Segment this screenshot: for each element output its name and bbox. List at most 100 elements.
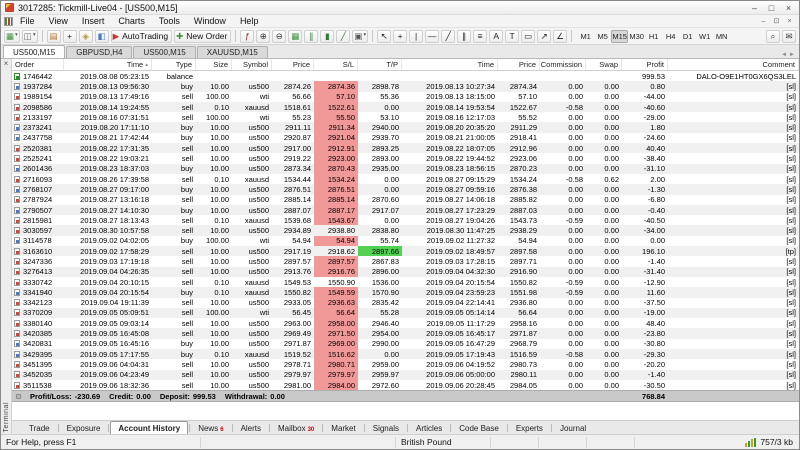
tab-articles[interactable]: Articles	[409, 422, 449, 434]
table-row[interactable]: 33801402019.09.05 09:03:14sell10.00us500…	[12, 318, 799, 328]
column-header-commission[interactable]: Commission	[540, 59, 586, 70]
cursor-button[interactable]: ↖	[377, 30, 391, 43]
table-row[interactable]: 28159812019.08.27 18:13:43sell0.10xauusd…	[12, 215, 799, 225]
table-row[interactable]: 27879242019.08.27 13:16:18sell10.00us500…	[12, 195, 799, 205]
candlestick-button[interactable]: ▮	[320, 30, 334, 43]
tab-scroll-left-icon[interactable]: ◄	[781, 52, 787, 58]
angle-button[interactable]: ∠	[553, 30, 567, 43]
table-row[interactable]: 33419402019.09.04 20:15:54buy0.10xauusd1…	[12, 287, 799, 297]
tab-signals[interactable]: Signals	[366, 422, 406, 434]
tab-experts[interactable]: Experts	[509, 422, 550, 434]
arrow-button[interactable]: ↗	[537, 30, 551, 43]
table-row[interactable]: 34203852019.09.05 16:45:08sell10.00us500…	[12, 328, 799, 338]
table-row[interactable]: 35115382019.09.06 18:32:36sell10.00us500…	[12, 380, 799, 390]
vertical-line-button[interactable]: |	[409, 30, 423, 43]
child-minimize-button[interactable]: –	[757, 16, 770, 26]
timeframe-m1-button[interactable]: M1	[577, 30, 594, 43]
table-row[interactable]: 27905072019.08.27 14:10:30buy10.00us5002…	[12, 205, 799, 215]
menu-help[interactable]: Help	[233, 16, 266, 26]
table-row[interactable]: 27681072019.08.27 09:17:00buy10.00us5002…	[12, 184, 799, 194]
menu-window[interactable]: Window	[187, 16, 233, 26]
new-order-button[interactable]: ✚New Order	[174, 30, 231, 43]
column-header-close-time[interactable]: Time	[402, 59, 498, 70]
tab-news[interactable]: News6	[191, 422, 230, 434]
table-row[interactable]: 19891542019.08.13 17:49:16sell100.00wti5…	[12, 92, 799, 102]
search-button[interactable]: ⌕	[766, 30, 780, 43]
chart-tab-us500-m15[interactable]: US500,M15	[3, 45, 65, 58]
line-chart-button[interactable]: ╱	[336, 30, 350, 43]
crosshair-tool-button[interactable]: +	[393, 30, 407, 43]
tile-windows-button[interactable]: ▦	[288, 30, 302, 43]
column-header-close-price[interactable]: Price	[498, 59, 540, 70]
table-row[interactable]: 27160932019.08.26 17:39:58sell0.10xauusd…	[12, 174, 799, 184]
chart-window-icon[interactable]	[4, 17, 13, 26]
zoom-in-button[interactable]: ⊕	[256, 30, 270, 43]
table-row[interactable]: 33702092019.09.05 05:09:51sell100.00wti5…	[12, 308, 799, 318]
table-row[interactable]: 32764132019.09.04 04:26:35sell10.00us500…	[12, 267, 799, 277]
column-header-sl[interactable]: S/L	[314, 59, 358, 70]
table-row[interactable]: 25203812019.08.22 17:31:35sell10.00us500…	[12, 143, 799, 153]
minimize-button[interactable]: –	[746, 2, 763, 14]
tab-scroll-right-icon[interactable]: ►	[789, 52, 795, 58]
table-row[interactable]: 32473362019.09.03 17:19:18sell10.00us500…	[12, 256, 799, 266]
tab-code-base[interactable]: Code Base	[452, 422, 506, 434]
timeframe-h4-button[interactable]: H4	[662, 30, 679, 43]
shapes-button[interactable]: ▭	[521, 30, 535, 43]
table-row[interactable]: 19372842019.08.13 09:56:30buy10.00us5002…	[12, 81, 799, 91]
bar-chart-button[interactable]: ∥	[304, 30, 318, 43]
table-row[interactable]: 34293952019.09.05 17:17:55buy0.10xauusd1…	[12, 349, 799, 359]
zoom-out-button[interactable]: ⊖	[272, 30, 286, 43]
new-chart-button[interactable]: ▦▾	[4, 30, 20, 43]
trendline-button[interactable]: ╱	[441, 30, 455, 43]
table-row[interactable]: 34513952019.09.06 04:04:31sell10.00us500…	[12, 359, 799, 369]
tab-market[interactable]: Market	[324, 422, 362, 434]
column-header-symbol[interactable]: Symbol	[232, 59, 272, 70]
chart-type-button[interactable]: ▣▾	[352, 30, 368, 43]
child-restore-button[interactable]: ⊡	[770, 16, 783, 26]
autotrading-button[interactable]: ▶AutoTrading	[111, 30, 173, 43]
table-row[interactable]: 33307422019.09.04 20:10:15sell0.10xauusd…	[12, 277, 799, 287]
crosshair-button[interactable]: +	[63, 30, 77, 43]
table-row[interactable]: 17464422019.08.08 05:23:15balance999.53D…	[12, 71, 799, 81]
column-header-order[interactable]: Order	[12, 59, 64, 70]
data-window-button[interactable]: ◧	[95, 30, 109, 43]
text-button[interactable]: A	[489, 30, 503, 43]
chart-tab-us500-m15[interactable]: US500,M15	[133, 46, 195, 58]
table-row[interactable]: 20985862019.08.14 19:24:55sell0.10xauusd…	[12, 102, 799, 112]
table-row[interactable]: 34208312019.09.05 16:45:16buy10.00us5002…	[12, 339, 799, 349]
objects-list-button[interactable]: ◈	[79, 30, 93, 43]
table-row[interactable]: 31145782019.09.02 04:02:05buy100.00wti54…	[12, 236, 799, 246]
terminal-close-button[interactable]: ×	[4, 60, 9, 68]
table-row[interactable]: 31636102019.09.02 17:58:29sell10.00us500…	[12, 246, 799, 256]
timeframe-m5-button[interactable]: M5	[594, 30, 611, 43]
table-row[interactable]: 33421232019.09.04 19:11:39sell10.00us500…	[12, 298, 799, 308]
child-close-button[interactable]: ×	[783, 16, 796, 26]
column-header-type[interactable]: Type	[152, 59, 196, 70]
tab-journal[interactable]: Journal	[553, 422, 593, 434]
fibonacci-button[interactable]: ≡	[473, 30, 487, 43]
table-row[interactable]: 24377582019.08.21 17:42:44buy10.00us5002…	[12, 133, 799, 143]
table-row[interactable]: 26014362019.08.23 18:37:03buy10.00us5002…	[12, 164, 799, 174]
timeframe-mn-button[interactable]: MN	[713, 30, 730, 43]
text-label-button[interactable]: T	[505, 30, 519, 43]
menu-tools[interactable]: Tools	[152, 16, 187, 26]
chat-button[interactable]: ✉	[782, 30, 796, 43]
tab-exposure[interactable]: Exposure	[60, 422, 108, 434]
table-row[interactable]: 34520352019.09.06 04:23:49sell10.00us500…	[12, 370, 799, 380]
tab-mailbox[interactable]: Mailbox30	[271, 422, 321, 434]
timeframe-d1-button[interactable]: D1	[679, 30, 696, 43]
timeframe-w1-button[interactable]: W1	[696, 30, 713, 43]
status-connection-cell[interactable]: 757/3 kb	[635, 437, 799, 448]
channel-button[interactable]: ∥	[457, 30, 471, 43]
tab-alerts[interactable]: Alerts	[234, 422, 268, 434]
column-header-size[interactable]: Size	[196, 59, 232, 70]
column-header-profit[interactable]: Profit	[622, 59, 668, 70]
column-header-comment[interactable]: Comment	[668, 59, 799, 70]
close-button[interactable]: ×	[780, 2, 797, 14]
profiles-button[interactable]: ◫▾	[22, 30, 38, 43]
menu-file[interactable]: File	[13, 16, 42, 26]
column-header-open-price[interactable]: Price	[272, 59, 314, 70]
menu-view[interactable]: View	[42, 16, 75, 26]
tab-trade[interactable]: Trade	[22, 422, 57, 434]
table-row[interactable]: 23732412019.08.20 17:11:10buy10.00us5002…	[12, 122, 799, 132]
